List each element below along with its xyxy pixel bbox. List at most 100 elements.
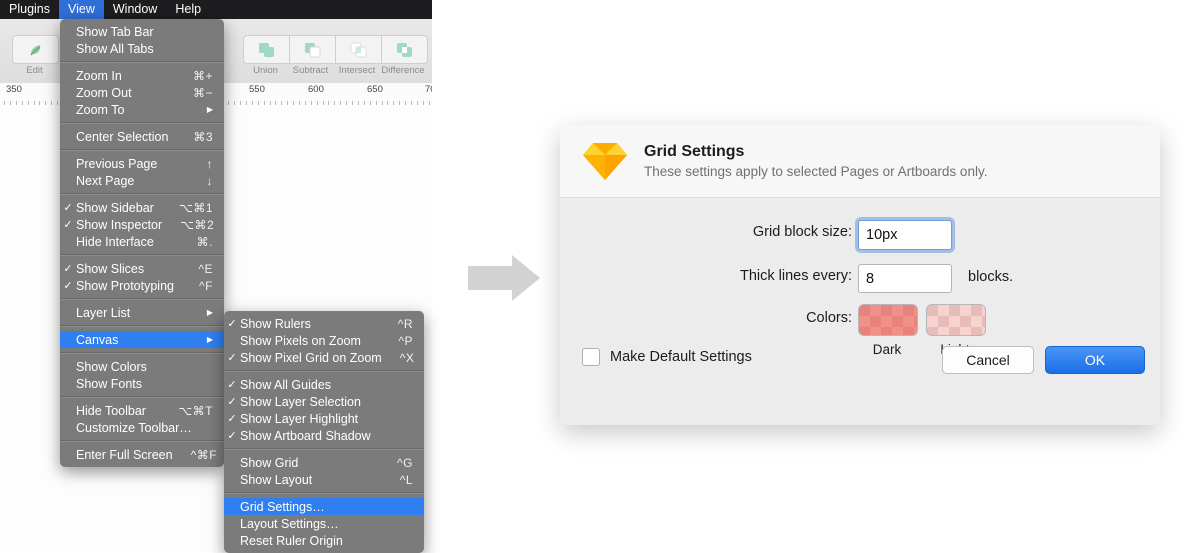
menu-item-layout-settings[interactable]: Layout Settings…: [224, 515, 424, 532]
ruler-label-700: 70: [425, 84, 432, 95]
subtract-label: Subtract: [292, 65, 329, 76]
ok-button[interactable]: OK: [1045, 346, 1145, 374]
menu-item-shortcut: ⌘−: [192, 85, 213, 100]
checkmark-icon: ✓: [63, 219, 73, 231]
menu-item-grid-settings[interactable]: Grid Settings…: [224, 498, 424, 515]
menu-item-enter-full-screen[interactable]: Enter Full Screen ^⌘F: [60, 446, 224, 463]
menu-item-show-pixels-on-zoom[interactable]: Show Pixels on Zoom ^P: [224, 332, 424, 349]
edit-leaf-icon: [29, 44, 40, 55]
menu-item-label: Layer List: [76, 305, 131, 320]
cancel-button[interactable]: Cancel: [942, 346, 1034, 374]
menu-item-show-sidebar[interactable]: ✓ Show Sidebar ⌥⌘1: [60, 199, 224, 216]
chevron-right-icon: ▶: [206, 105, 213, 114]
view-dropdown-menu[interactable]: Show Tab Bar Show All Tabs Zoom In ⌘+ Zoom O…: [60, 19, 224, 467]
thick-lines-label-wrap: Thick lines every:: [560, 268, 852, 284]
difference-button[interactable]: [382, 35, 428, 64]
menu-item-label: Zoom Out: [76, 85, 132, 100]
menu-item-previous-page[interactable]: Previous Page ↑: [60, 155, 224, 172]
menu-item-label: Layout Settings…: [240, 516, 339, 531]
checkmark-icon: ✓: [227, 430, 237, 442]
menu-item-label: Show Tab Bar: [76, 24, 154, 39]
menu-item-reset-ruler-origin[interactable]: Reset Ruler Origin: [224, 532, 424, 549]
menu-item-label: Reset Ruler Origin: [240, 533, 343, 548]
checkmark-icon: ✓: [63, 280, 73, 292]
make-default-settings-label: Make Default Settings: [610, 349, 752, 365]
menu-item-shortcut: ⌥⌘T: [178, 403, 213, 418]
chevron-right-icon: ▶: [206, 335, 213, 344]
menu-item-show-grid[interactable]: Show Grid ^G: [224, 454, 424, 471]
colors-label: Colors:: [806, 310, 852, 326]
menu-item-label: Customize Toolbar…: [76, 420, 192, 435]
menu-item-show-rulers[interactable]: ✓ Show Rulers ^R: [224, 315, 424, 332]
menu-item-next-page[interactable]: Next Page ↓: [60, 172, 224, 189]
ruler-label-550: 550: [249, 84, 265, 95]
menu-item-label: Zoom In: [76, 68, 122, 83]
menu-item-show-slices[interactable]: ✓ Show Slices ^E: [60, 260, 224, 277]
menu-item-label: Show Layout: [240, 472, 313, 487]
menu-item-label: Previous Page: [76, 156, 158, 171]
menu-item-show-all-tabs[interactable]: Show All Tabs: [60, 40, 224, 57]
canvas-submenu[interactable]: ✓ Show Rulers ^R Show Pixels on Zoom ^P ✓ Show…: [224, 311, 424, 553]
menubar-item-help[interactable]: Help: [166, 0, 210, 19]
menu-item-customize-toolbar[interactable]: Customize Toolbar…: [60, 419, 224, 436]
boolean-tool-group[interactable]: [243, 35, 428, 64]
make-default-settings-checkbox[interactable]: [582, 348, 600, 366]
menu-item-show-pixel-grid-on-zoom[interactable]: ✓ Show Pixel Grid on Zoom ^X: [224, 349, 424, 366]
menubar-item-window[interactable]: Window: [104, 0, 166, 19]
menu-item-show-layer-highlight[interactable]: ✓ Show Layer Highlight: [224, 410, 424, 427]
checkmark-icon: ✓: [227, 396, 237, 408]
menu-item-label: Grid Settings…: [240, 499, 325, 514]
dialog-subtitle: These settings apply to selected Pages o…: [644, 163, 988, 179]
menu-item-shortcut: ^X: [399, 350, 415, 365]
menu-item-show-tab-bar[interactable]: Show Tab Bar: [60, 23, 224, 40]
dark-swatch-group[interactable]: Dark: [858, 304, 918, 357]
menu-separator: [224, 492, 424, 494]
menu-item-show-layout[interactable]: Show Layout ^L: [224, 471, 424, 488]
menu-item-show-artboard-shadow[interactable]: ✓ Show Artboard Shadow: [224, 427, 424, 444]
edit-tool-group[interactable]: [12, 35, 59, 64]
menu-item-center-selection[interactable]: Center Selection ⌘3: [60, 128, 224, 145]
subtract-button[interactable]: [290, 35, 336, 64]
dialog-title: Grid Settings: [644, 143, 745, 161]
blocks-suffix-label: blocks.: [968, 269, 1014, 285]
intersect-button[interactable]: [336, 35, 382, 64]
menu-item-show-fonts[interactable]: Show Fonts: [60, 375, 224, 392]
menu-separator: [224, 448, 424, 450]
intersect-label: Intersect: [338, 65, 376, 76]
menu-separator: [60, 440, 224, 442]
menu-item-canvas[interactable]: Canvas ▶: [60, 331, 224, 348]
menu-item-zoom-in[interactable]: Zoom In ⌘+: [60, 67, 224, 84]
light-color-swatch[interactable]: [926, 304, 986, 336]
menu-item-zoom-out[interactable]: Zoom Out ⌘−: [60, 84, 224, 101]
menu-item-shortcut: ⌘+: [192, 68, 213, 83]
thick-lines-every-input[interactable]: [858, 264, 952, 293]
menu-separator: [60, 298, 224, 300]
menu-item-layer-list[interactable]: Layer List ▶: [60, 304, 224, 321]
union-button[interactable]: [243, 35, 290, 64]
ruler-label-left: 350: [6, 84, 22, 95]
menu-item-hide-toolbar[interactable]: Hide Toolbar ⌥⌘T: [60, 402, 224, 419]
menu-item-show-layer-selection[interactable]: ✓ Show Layer Selection: [224, 393, 424, 410]
menubar-item-view[interactable]: View: [59, 0, 104, 19]
menu-item-show-all-guides[interactable]: ✓ Show All Guides: [224, 376, 424, 393]
menu-item-zoom-to[interactable]: Zoom To ▶: [60, 101, 224, 118]
edit-tool-button[interactable]: [12, 35, 59, 64]
menu-item-hide-interface[interactable]: Hide Interface ⌘.: [60, 233, 224, 250]
menu-item-show-colors[interactable]: Show Colors: [60, 358, 224, 375]
menu-item-show-prototyping[interactable]: ✓ Show Prototyping ^F: [60, 277, 224, 294]
menu-item-label: Show Fonts: [76, 376, 143, 391]
menu-item-shortcut: ^L: [399, 472, 413, 487]
menu-item-label: Next Page: [76, 173, 135, 188]
menu-item-label: Hide Interface: [76, 234, 154, 249]
menu-item-shortcut: ^P: [398, 333, 413, 348]
subtract-icon: [304, 42, 320, 57]
menu-item-label: Show Artboard Shadow: [240, 428, 371, 443]
ruler-label-650: 650: [367, 84, 383, 95]
menu-item-label: Show All Tabs: [76, 41, 154, 56]
ruler-label-600: 600: [308, 84, 324, 95]
menubar-item-plugins[interactable]: Plugins: [0, 0, 59, 19]
grid-block-size-input[interactable]: [858, 220, 952, 250]
dark-color-swatch[interactable]: [858, 304, 918, 336]
menu-item-show-inspector[interactable]: ✓ Show Inspector ⌥⌘2: [60, 216, 224, 233]
make-default-settings-row[interactable]: Make Default Settings: [582, 348, 752, 366]
